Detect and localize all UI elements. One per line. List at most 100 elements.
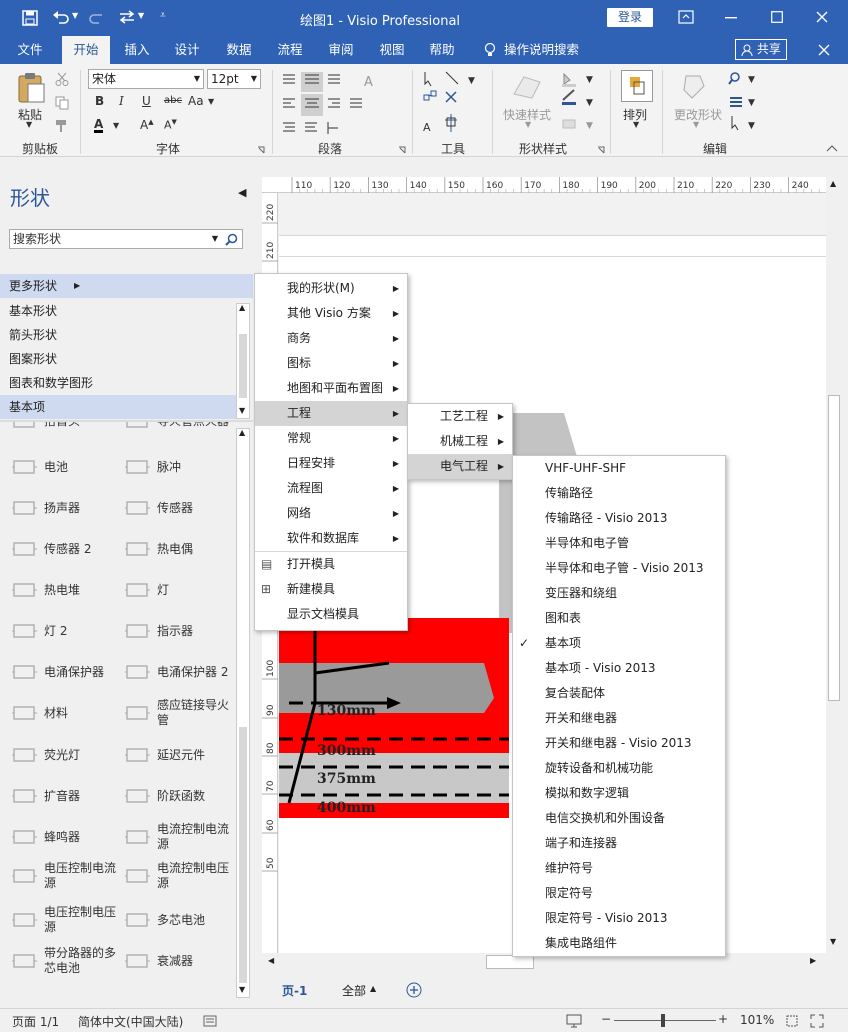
menu-item[interactable]: 维护符号 <box>513 856 725 881</box>
format-painter-icon[interactable] <box>55 119 69 133</box>
shape-item[interactable]: 衰减器 <box>113 941 229 981</box>
shape-item[interactable]: 扬声器 <box>0 488 116 528</box>
menu-item[interactable]: 限定符号 <box>513 881 725 906</box>
menu-item[interactable]: 模拟和数字逻辑 <box>513 781 725 806</box>
menu-item[interactable]: 图标 ▶ <box>255 351 407 376</box>
menu-item[interactable]: 商务 ▶ <box>255 326 407 351</box>
shape-item[interactable]: 指示器 <box>113 611 229 651</box>
chevron-up-icon[interactable]: ▲ <box>370 984 376 993</box>
menu-item[interactable]: 软件和数据库 ▶ <box>255 526 407 551</box>
shape-item[interactable]: 阶跃函数 <box>113 776 229 816</box>
shape-item[interactable]: 荧光灯 <box>0 735 116 775</box>
menu-item[interactable]: 端子和连接器 <box>513 831 725 856</box>
menu-item[interactable]: 网络 ▶ <box>255 501 407 526</box>
shapes-scrollbar[interactable]: ▲ ▼ <box>236 428 250 998</box>
zoom-out-button[interactable]: − <box>601 1012 611 1026</box>
zoom-in-button[interactable]: + <box>718 1012 728 1026</box>
menu-item[interactable]: 变压器和绕组 <box>513 581 725 606</box>
dialog-launcher-icon[interactable] <box>257 146 265 154</box>
menu-item[interactable]: 旋转设备和机械功能 <box>513 756 725 781</box>
horizontal-ruler[interactable]: 110 120 130 140 150 160 170 180 190 200 210 220 230 2… <box>262 177 826 193</box>
font-color-icon[interactable]: A <box>94 118 104 133</box>
quick-access-dropdown-icon[interactable]: ▼ <box>138 11 144 20</box>
shape-item[interactable]: 热电偶 <box>113 529 229 569</box>
chevron-down-icon[interactable]: ▼ <box>693 120 699 129</box>
paste-dropdown-icon[interactable]: ▼ <box>26 120 32 129</box>
menu-item[interactable]: 基本项 ✓ <box>513 631 725 656</box>
tab-file[interactable]: 文件 <box>8 36 52 64</box>
language-indicator[interactable]: 简体中文(中国大陆) <box>78 1013 183 1030</box>
menu-item[interactable]: 显示文档模具 <box>255 602 407 627</box>
edit-tools-icons[interactable]: ▼ ▼ ▼ <box>728 70 758 134</box>
copy-icon[interactable] <box>55 96 69 110</box>
ribbon-display-icon[interactable] <box>678 10 694 24</box>
italic-icon[interactable]: I <box>119 94 124 108</box>
chevron-down-icon[interactable]: ▼ <box>212 230 218 248</box>
menu-item[interactable]: 限定符号 - Visio 2013 <box>513 906 725 931</box>
paste-icon[interactable] <box>16 72 46 104</box>
menu-item[interactable]: 基本项 - Visio 2013 <box>513 656 725 681</box>
quick-styles-icon[interactable] <box>512 72 546 102</box>
strikethrough-icon[interactable]: abc <box>164 95 182 106</box>
dimension-label[interactable]: 300mm <box>317 743 376 759</box>
menu-item[interactable]: 电信交换机和外围设备 <box>513 806 725 831</box>
shape-item[interactable]: 电流控制电压源 <box>113 856 229 896</box>
close-icon[interactable] <box>816 11 828 23</box>
menu-item[interactable]: 常规 ▶ <box>255 426 407 451</box>
dialog-launcher-icon[interactable] <box>597 146 605 154</box>
chevron-down-icon[interactable]: ▼ <box>525 120 531 129</box>
menu-item[interactable]: 打开模具 ▤ <box>255 552 407 577</box>
change-shape-icon[interactable] <box>680 72 714 102</box>
stencil-basic-shapes[interactable]: 基本形状 <box>0 299 236 323</box>
shape-item[interactable]: 延迟元件 <box>113 735 229 775</box>
shape-item[interactable]: 灯 2 <box>0 611 116 651</box>
chevron-down-icon[interactable]: ▼ <box>633 120 639 129</box>
menu-item[interactable]: 流程图 ▶ <box>255 476 407 501</box>
search-shapes-input[interactable]: 搜索形状 ▼ <box>9 229 243 249</box>
tell-me-search[interactable]: 操作说明搜索 <box>504 36 594 64</box>
search-icon[interactable] <box>225 233 238 246</box>
shape-item[interactable]: 导火管点火器 <box>113 422 229 441</box>
font-size-combo[interactable]: 12pt ▼ <box>207 69 261 89</box>
underline-icon[interactable]: U <box>142 94 151 108</box>
dialog-launcher-icon[interactable] <box>398 146 406 154</box>
zoom-level[interactable]: 101% <box>740 1013 774 1027</box>
menu-item[interactable]: 半导体和电子管 - Visio 2013 <box>513 556 725 581</box>
scroll-down-icon[interactable]: ▼ <box>239 985 245 994</box>
menu-item[interactable]: 我的形状(M) ▶ <box>255 276 407 301</box>
page-tab-1[interactable]: 页-1 <box>282 982 307 999</box>
shape-item[interactable]: 传感器 2 <box>0 529 116 569</box>
shape-item[interactable]: 电涌保护器 2 <box>113 652 229 692</box>
bold-icon[interactable]: B <box>95 94 104 108</box>
customize-toolbar-icon[interactable]: ⩡ <box>160 10 166 21</box>
scroll-down-icon[interactable]: ▼ <box>830 937 836 946</box>
stencil-fundamental-items[interactable]: 基本项 <box>0 395 236 419</box>
tab-design[interactable]: 设计 <box>166 36 208 64</box>
menu-item[interactable]: 工程 ▶ <box>255 401 407 426</box>
stencil-arrow-shapes[interactable]: 箭头形状 <box>0 323 236 347</box>
page-indicator[interactable]: 页面 1/1 <box>12 1013 59 1030</box>
stencil-charts-math[interactable]: 图表和数学图形 <box>0 371 236 395</box>
menu-item[interactable]: 集成电路组件 <box>513 931 725 956</box>
shape-item[interactable]: 传感器 <box>113 488 229 528</box>
menu-item[interactable]: 其他 Visio 方案 ▶ <box>255 301 407 326</box>
stencil-list-scrollbar[interactable]: ▲ ▼ <box>236 303 250 419</box>
decrease-font-icon[interactable]: A▼ <box>164 118 177 132</box>
scroll-thumb[interactable] <box>828 395 840 701</box>
shape-item[interactable]: 扩音器 <box>0 776 116 816</box>
shape-format-icons[interactable]: ▼ ▼ ▼ <box>560 70 600 134</box>
menu-item[interactable]: 图和表 <box>513 606 725 631</box>
shape-item[interactable]: 脉冲 <box>113 447 229 487</box>
shape-item[interactable]: 抬首头 <box>0 422 116 441</box>
shape-item[interactable]: 电压控制电流源 <box>0 856 116 896</box>
menu-item[interactable]: 电气工程 ▶ <box>408 454 512 479</box>
tools-icons[interactable]: ▼ A <box>420 70 482 136</box>
scroll-thumb[interactable] <box>239 727 247 983</box>
increase-font-icon[interactable]: A▲ <box>140 118 154 132</box>
menu-item[interactable]: 新建模具 ⊞ <box>255 577 407 602</box>
collapse-pane-icon[interactable]: ◀ <box>238 186 246 199</box>
save-icon[interactable] <box>22 10 38 26</box>
canvas-vertical-scrollbar[interactable]: ▲ ▼ <box>826 177 842 953</box>
dimension-label[interactable]: 400mm <box>317 800 376 816</box>
shape-item[interactable]: 多芯电池 <box>113 900 229 940</box>
